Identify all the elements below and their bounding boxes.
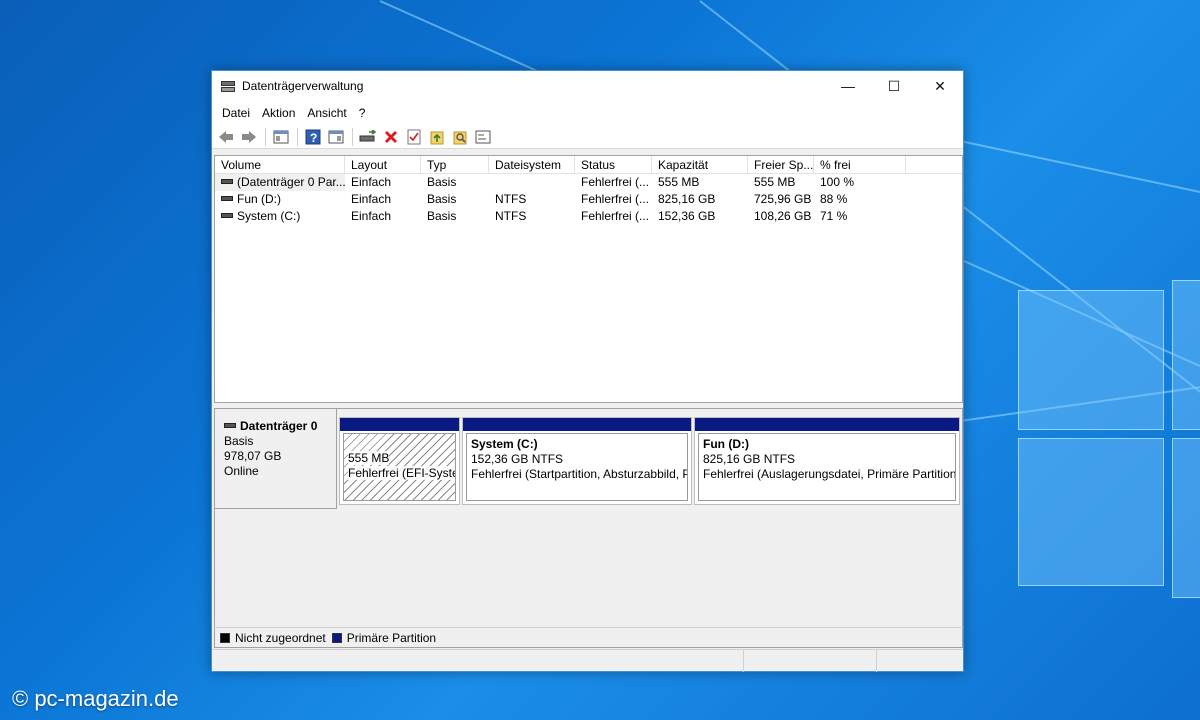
toolbar: ?	[212, 125, 963, 149]
table-row[interactable]: (Datenträger 0 Par... Einfach Basis Fehl…	[215, 174, 962, 191]
cell-status: Fehlerfrei (...	[581, 175, 650, 189]
cell-status: Fehlerfrei (...	[581, 209, 650, 223]
column-kapazitaet[interactable]: Kapazität	[652, 156, 748, 174]
status-bar	[212, 649, 963, 672]
legend-swatch-primary	[331, 632, 342, 643]
legend-label-unallocated: Nicht zugeordnet	[235, 630, 326, 645]
disk-info-panel[interactable]: Datenträger 0 Basis 978,07 GB Online	[215, 409, 337, 509]
disk-state: Online	[224, 464, 259, 478]
legend: Nicht zugeordnet Primäre Partition	[214, 627, 963, 647]
legend-label-primary: Primäre Partition	[346, 630, 437, 645]
console-tree-icon[interactable]	[271, 127, 291, 147]
windows-logo-pane	[1172, 438, 1200, 598]
cell-layout: Einfach	[351, 209, 392, 223]
column-dateisystem[interactable]: Dateisystem	[489, 156, 575, 174]
window-title: Datenträgerverwaltung	[242, 79, 364, 93]
drive-icon	[224, 423, 236, 428]
drive-icon	[221, 213, 233, 219]
table-row[interactable]: Fun (D:) Einfach Basis NTFS Fehlerfrei (…	[215, 191, 962, 208]
menu-aktion[interactable]: Aktion	[256, 106, 301, 120]
forward-arrow-icon[interactable]	[239, 127, 259, 147]
column-typ[interactable]: Typ	[421, 156, 489, 174]
cell-freier-speicher: 725,96 GB	[754, 192, 812, 206]
disk-graphical-view: Datenträger 0 Basis 978,07 GB Online 555…	[214, 408, 963, 648]
title-bar[interactable]: Datenträgerverwaltung — ☐ ✕	[212, 71, 963, 101]
cell-volume: System (C:)	[237, 209, 301, 223]
menu-datei[interactable]: Datei	[216, 106, 256, 120]
connect-icon[interactable]	[358, 127, 378, 147]
cell-status: Fehlerfrei (...	[581, 192, 650, 206]
partition-size: 825,16 GB NTFS	[703, 452, 796, 466]
partition-size: 152,36 GB NTFS	[471, 452, 564, 466]
help-icon[interactable]: ?	[303, 127, 323, 147]
cell-kapazitaet: 825,16 GB	[658, 192, 716, 206]
cell-kapazitaet: 555 MB	[658, 175, 700, 189]
new-folder-icon[interactable]	[427, 127, 447, 147]
table-row[interactable]: System (C:) Einfach Basis NTFS Fehlerfre…	[215, 208, 962, 225]
volume-list-header: Volume Layout Typ Dateisystem Status Kap…	[215, 156, 962, 174]
menu-bar: Datei Aktion Ansicht ?	[212, 101, 963, 125]
close-button[interactable]: ✕	[917, 71, 963, 101]
svg-text:?: ?	[310, 131, 317, 145]
partition-status: Fehlerfrei (EFI-Systempartition)	[348, 466, 455, 480]
menu-ansicht[interactable]: Ansicht	[301, 106, 352, 120]
delete-icon[interactable]	[381, 127, 401, 147]
properties-icon[interactable]	[326, 127, 346, 147]
cell-typ: Basis	[427, 209, 457, 223]
partition-system-c[interactable]: System (C:) 152,36 GB NTFS Fehlerfrei (S…	[462, 417, 692, 505]
partition-size: 555 MB	[348, 451, 390, 465]
cell-kapazitaet: 152,36 GB	[658, 209, 716, 223]
checklist-icon[interactable]	[404, 127, 424, 147]
partition-fun-d[interactable]: Fun (D:) 825,16 GB NTFS Fehlerfrei (Ausl…	[694, 417, 960, 505]
cell-freier-speicher: 555 MB	[754, 175, 796, 189]
cell-volume: (Datenträger 0 Par...	[237, 175, 345, 189]
cell-prozent-frei: 71 %	[820, 209, 848, 223]
cell-volume: Fun (D:)	[237, 192, 282, 206]
menu-help[interactable]: ?	[353, 106, 372, 120]
minimize-button[interactable]: —	[825, 71, 871, 101]
partition-status: Fehlerfrei (Startpartition, Absturzabbil…	[471, 467, 687, 481]
windows-logo-pane	[1172, 280, 1200, 430]
column-prozent-frei[interactable]: % frei	[814, 156, 906, 174]
disk-management-window: Datenträgerverwaltung — ☐ ✕ Datei Aktion…	[211, 70, 964, 672]
cell-layout: Einfach	[351, 175, 392, 189]
cell-prozent-frei: 100 %	[820, 175, 855, 189]
cell-prozent-frei: 88 %	[820, 192, 848, 206]
volume-list: Volume Layout Typ Dateisystem Status Kap…	[214, 155, 963, 403]
cell-dateisystem	[489, 174, 575, 191]
cell-freier-speicher: 108,26 GB	[754, 209, 812, 223]
back-arrow-icon[interactable]	[216, 127, 236, 147]
windows-logo-pane	[1018, 290, 1164, 430]
partition-status: Fehlerfrei (Auslagerungsdatei, Primäre P…	[703, 467, 956, 481]
partition-efi[interactable]: 555 MB Fehlerfrei (EFI-Systempartition)	[339, 417, 460, 505]
cell-typ: Basis	[427, 192, 457, 206]
cell-layout: Einfach	[351, 192, 392, 206]
disk-size: 978,07 GB	[224, 449, 282, 463]
column-status[interactable]: Status	[575, 156, 652, 174]
cell-dateisystem: NTFS	[495, 192, 527, 206]
partition-name: System (C:)	[471, 437, 538, 451]
partition-name: Fun (D:)	[703, 437, 749, 451]
partition-strip: 555 MB Fehlerfrei (EFI-Systempartition) …	[339, 417, 961, 507]
column-layout[interactable]: Layout	[345, 156, 421, 174]
disk-type: Basis	[224, 434, 254, 448]
legend-swatch-unallocated	[220, 632, 230, 643]
drive-icon	[221, 179, 233, 185]
search-folder-icon[interactable]	[450, 127, 470, 147]
disk-management-app-icon	[220, 79, 236, 93]
column-freier-speicher[interactable]: Freier Sp...	[748, 156, 814, 174]
disk-name: Datenträger 0	[240, 419, 318, 433]
cell-typ: Basis	[427, 175, 457, 189]
drive-icon	[221, 196, 233, 202]
settings-icon[interactable]	[473, 127, 493, 147]
column-volume[interactable]: Volume	[215, 156, 345, 174]
maximize-button[interactable]: ☐	[871, 71, 917, 101]
windows-logo-pane	[1018, 438, 1164, 586]
watermark: © pc-magazin.de	[12, 686, 179, 711]
cell-dateisystem: NTFS	[495, 209, 527, 223]
